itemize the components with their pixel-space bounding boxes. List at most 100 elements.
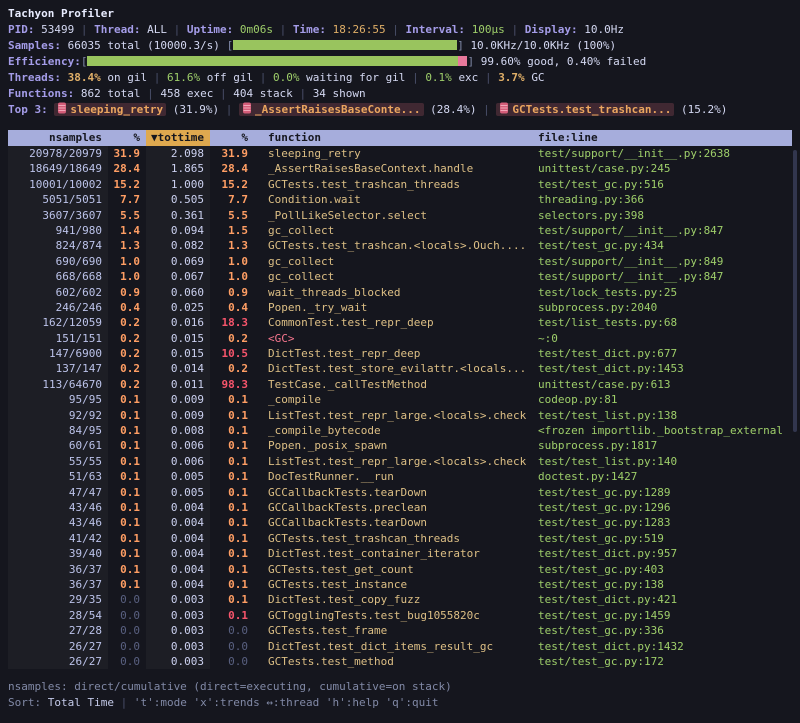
profile-table: nsamples % ▼tottime % function file:line… xyxy=(8,130,792,669)
cell-function: _compile xyxy=(254,392,538,407)
column-header-pct-cumulative[interactable]: % xyxy=(210,130,254,146)
table-row[interactable]: 3607/3607 5.5 0.361 5.5 _PollLikeSelecto… xyxy=(8,208,792,223)
cell-tottime: 0.014 xyxy=(146,361,210,376)
cell-file-line: selectors.py:398 xyxy=(538,208,792,223)
cell-tottime: 0.009 xyxy=(146,408,210,423)
table-row[interactable]: 162/12059 0.2 0.016 18.3 CommonTest.test… xyxy=(8,315,792,330)
table-row[interactable]: 27/28 0.0 0.003 0.0 GCTests.test_frame t… xyxy=(8,623,792,638)
table-row[interactable]: 151/151 0.2 0.015 0.2 <GC> ~:0 xyxy=(8,331,792,346)
table-row[interactable]: 20978/20979 31.9 2.098 31.9 sleeping_ret… xyxy=(8,146,792,161)
table-row[interactable]: 92/92 0.1 0.009 0.1 ListTest.test_repr_l… xyxy=(8,408,792,423)
top3-item-2[interactable]: _AssertRaisesBaseConte... xyxy=(239,103,424,116)
cell-function: GCCallbackTests.tearDown xyxy=(254,515,538,530)
cell-pct-direct: 1.0 xyxy=(108,269,146,284)
cell-pct-cumulative: 0.1 xyxy=(210,469,254,484)
top3-item-1[interactable]: sleeping_retry xyxy=(54,103,166,116)
cell-tottime: 0.003 xyxy=(146,623,210,638)
cell-tottime: 1.000 xyxy=(146,177,210,192)
column-header-tottime[interactable]: ▼tottime xyxy=(146,130,210,146)
cell-function: gc_collect xyxy=(254,223,538,238)
cell-tottime: 0.003 xyxy=(146,639,210,654)
table-row[interactable]: 5051/5051 7.7 0.505 7.7 Condition.wait t… xyxy=(8,192,792,207)
cell-pct-direct: 0.1 xyxy=(108,469,146,484)
cell-tottime: 0.003 xyxy=(146,654,210,669)
table-row[interactable]: 84/95 0.1 0.008 0.1 _compile_bytecode <f… xyxy=(8,423,792,438)
cell-function: TestCase._callTestMethod xyxy=(254,377,538,392)
cell-tottime: 0.015 xyxy=(146,346,210,361)
table-row[interactable]: 137/147 0.2 0.014 0.2 DictTest.test_stor… xyxy=(8,361,792,376)
cell-file-line: test/support/__init__.py:847 xyxy=(538,269,792,284)
cell-file-line: test/test_gc.py:1289 xyxy=(538,485,792,500)
table-row[interactable]: 43/46 0.1 0.004 0.1 GCCallbackTests.prec… xyxy=(8,500,792,515)
cell-pct-cumulative: 0.9 xyxy=(210,285,254,300)
cell-pct-cumulative: 0.2 xyxy=(210,331,254,346)
cell-nsamples: 668/668 xyxy=(8,269,108,284)
table-row[interactable]: 43/46 0.1 0.004 0.1 GCCallbackTests.tear… xyxy=(8,515,792,530)
cell-nsamples: 36/37 xyxy=(8,577,108,592)
column-header-function[interactable]: function xyxy=(254,130,538,146)
column-header-file-line[interactable]: file:line xyxy=(538,130,792,146)
cell-tottime: 1.865 xyxy=(146,161,210,176)
cell-tottime: 0.003 xyxy=(146,608,210,623)
cell-file-line: test/lock_tests.py:25 xyxy=(538,285,792,300)
table-row[interactable]: 668/668 1.0 0.067 1.0 gc_collect test/su… xyxy=(8,269,792,284)
cell-pct-direct: 0.1 xyxy=(108,408,146,423)
cell-pct-direct: 0.2 xyxy=(108,361,146,376)
table-row[interactable]: 113/64670 0.2 0.011 98.3 TestCase._callT… xyxy=(8,377,792,392)
cell-pct-cumulative: 0.1 xyxy=(210,500,254,515)
table-row[interactable]: 941/980 1.4 0.094 1.5 gc_collect test/su… xyxy=(8,223,792,238)
cell-pct-cumulative: 1.0 xyxy=(210,254,254,269)
interval-value: 100μs xyxy=(472,23,505,36)
cell-pct-cumulative: 1.3 xyxy=(210,238,254,253)
cell-function: GCTests.test_trashcan_threads xyxy=(254,177,538,192)
cell-nsamples: 36/37 xyxy=(8,562,108,577)
table-row[interactable]: 28/54 0.0 0.003 0.1 GCTogglingTests.test… xyxy=(8,608,792,623)
samples-bar-fill xyxy=(233,40,457,50)
table-row[interactable]: 47/47 0.1 0.005 0.1 GCCallbackTests.tear… xyxy=(8,485,792,500)
functions-row: Functions: 862 total | 458 exec | 404 st… xyxy=(8,86,792,102)
table-row[interactable]: 26/27 0.0 0.003 0.0 DictTest.test_dict_i… xyxy=(8,639,792,654)
cell-pct-direct: 0.2 xyxy=(108,346,146,361)
efficiency-label: Efficiency: xyxy=(8,55,81,68)
table-row[interactable]: 95/95 0.1 0.009 0.1 _compile codeop.py:8… xyxy=(8,392,792,407)
table-row[interactable]: 55/55 0.1 0.006 0.1 ListTest.test_repr_l… xyxy=(8,454,792,469)
table-row[interactable]: 18649/18649 28.4 1.865 28.4 _AssertRaise… xyxy=(8,161,792,176)
footer-keybar: Sort: Total Time | 't':mode 'x':trends ↔… xyxy=(8,695,792,711)
column-header-pct-direct[interactable]: % xyxy=(108,130,146,146)
table-row[interactable]: 39/40 0.1 0.004 0.1 DictTest.test_contai… xyxy=(8,546,792,561)
cell-file-line: threading.py:366 xyxy=(538,192,792,207)
cell-pct-direct: 0.1 xyxy=(108,485,146,500)
table-row[interactable]: 29/35 0.0 0.003 0.1 DictTest.test_copy_f… xyxy=(8,592,792,607)
cell-pct-cumulative: 0.1 xyxy=(210,515,254,530)
cell-pct-cumulative: 0.1 xyxy=(210,562,254,577)
table-row[interactable]: 26/27 0.0 0.003 0.0 GCTests.test_method … xyxy=(8,654,792,669)
top3-item-3[interactable]: GCTests.test_trashcan... xyxy=(496,103,674,116)
cell-function: GCCallbackTests.tearDown xyxy=(254,485,538,500)
column-header-nsamples[interactable]: nsamples xyxy=(8,130,108,146)
scrollbar-thumb[interactable] xyxy=(793,150,797,432)
table-row[interactable]: 60/61 0.1 0.006 0.1 Popen._posix_spawn s… xyxy=(8,438,792,453)
table-row[interactable]: 690/690 1.0 0.069 1.0 gc_collect test/su… xyxy=(8,254,792,269)
table-row[interactable]: 36/37 0.1 0.004 0.1 GCTests.test_instanc… xyxy=(8,577,792,592)
table-row[interactable]: 602/602 0.9 0.060 0.9 wait_threads_block… xyxy=(8,285,792,300)
cell-nsamples: 92/92 xyxy=(8,408,108,423)
cell-pct-cumulative: 31.9 xyxy=(210,146,254,161)
efficiency-row: Efficiency:[] 99.60% good, 0.40% failed xyxy=(8,54,792,70)
cell-file-line: test/test_dict.py:957 xyxy=(538,546,792,561)
threads-row: Threads: 38.4% on gil | 61.6% off gil | … xyxy=(8,70,792,86)
table-row[interactable]: 147/6900 0.2 0.015 10.5 DictTest.test_re… xyxy=(8,346,792,361)
table-row[interactable]: 246/246 0.4 0.025 0.4 Popen._try_wait su… xyxy=(8,300,792,315)
cell-file-line: test/test_gc.py:519 xyxy=(538,531,792,546)
display-label: Display: xyxy=(525,23,578,36)
table-row[interactable]: 51/63 0.1 0.005 0.1 DocTestRunner.__run … xyxy=(8,469,792,484)
threads-label: Threads: xyxy=(8,71,61,84)
cell-function: _compile_bytecode xyxy=(254,423,538,438)
table-row[interactable]: 41/42 0.1 0.004 0.1 GCTests.test_trashca… xyxy=(8,531,792,546)
cell-file-line: unittest/case.py:245 xyxy=(538,161,792,176)
thread-icon xyxy=(242,102,252,119)
status-bar: PID: 53499 | Thread: ALL | Uptime: 0m06s… xyxy=(8,22,792,38)
table-row[interactable]: 36/37 0.1 0.004 0.1 GCTests.test_get_cou… xyxy=(8,562,792,577)
table-row[interactable]: 10001/10002 15.2 1.000 15.2 GCTests.test… xyxy=(8,177,792,192)
functions-label: Functions: xyxy=(8,87,74,100)
table-row[interactable]: 824/874 1.3 0.082 1.3 GCTests.test_trash… xyxy=(8,238,792,253)
